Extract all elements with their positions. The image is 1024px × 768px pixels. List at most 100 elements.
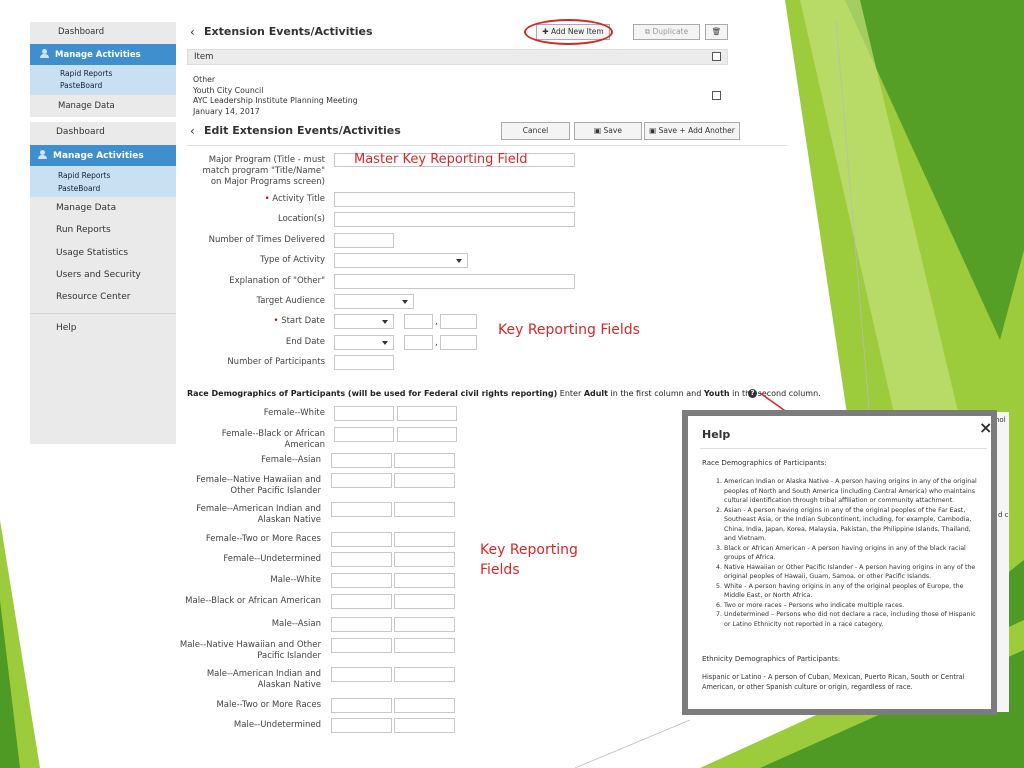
table-row[interactable]: Other Youth City Council AYC Leadership … [193, 75, 358, 117]
race-adult-input[interactable] [331, 638, 392, 653]
race-heading: Race Demographics of Participants (will … [187, 389, 821, 398]
race-adult-input[interactable] [331, 667, 392, 682]
type-activity-select[interactable] [334, 253, 468, 268]
times-delivered-input[interactable] [334, 233, 394, 248]
race-row-label: Male--Asian [271, 619, 321, 629]
race-youth-input[interactable] [394, 667, 455, 682]
race-adult-input[interactable] [334, 427, 394, 442]
help-dialog-divider [700, 448, 987, 449]
list-item: American Indian or Alaska Native - A per… [724, 477, 980, 506]
race-row-label: Male--Black or African American [185, 596, 321, 606]
race-youth-input[interactable] [397, 427, 457, 442]
race-adult-input[interactable] [331, 594, 392, 609]
form-top-border [187, 145, 787, 146]
sidebar-item-help[interactable]: Help [30, 323, 176, 333]
race-adult-input[interactable] [331, 617, 392, 632]
race-row-label: Female--White [263, 408, 325, 418]
end-date-label: End Date [285, 337, 325, 347]
race-adult-input[interactable] [331, 502, 392, 517]
delete-button[interactable]: 🗑 [705, 24, 728, 40]
participants-input[interactable] [334, 355, 394, 370]
close-icon[interactable]: × [979, 418, 992, 437]
major-program-label: Major Program (Title - must match progra… [202, 155, 325, 187]
sidebar-item-resource-center[interactable]: Resource Center [30, 292, 176, 302]
race-youth-input[interactable] [394, 698, 455, 713]
race-adult-input[interactable] [331, 573, 392, 588]
race-adult-input[interactable] [331, 453, 392, 468]
race-adult-input[interactable] [331, 698, 392, 713]
required-mark: • [273, 316, 279, 326]
list-page-title: Extension Events/Activities [204, 25, 373, 38]
target-audience-label: Target Audience [256, 296, 325, 306]
race-youth-input[interactable] [394, 718, 455, 733]
race-row-label: Female--Asian [261, 455, 321, 465]
race-youth-input[interactable] [394, 473, 455, 488]
disk-plus-icon: ▣ [649, 126, 657, 135]
sidebar-item-manage-activities[interactable]: Manage Activities [30, 145, 176, 166]
race-adult-input[interactable] [331, 552, 392, 567]
sidebar-item-dashboard[interactable]: Dashboard [30, 124, 176, 144]
race-youth-input[interactable] [394, 532, 455, 547]
race-youth-input[interactable] [394, 638, 455, 653]
start-date-select[interactable] [334, 314, 394, 329]
help-question-icon[interactable]: ? [748, 389, 757, 398]
sidebar-item-usage-statistics[interactable]: Usage Statistics [30, 248, 176, 258]
explanation-other-input[interactable] [334, 274, 575, 289]
target-audience-select[interactable] [334, 294, 414, 309]
table-header [187, 49, 728, 65]
list-item: White - A person having origins in any o… [724, 582, 980, 601]
cancel-button[interactable]: Cancel [501, 122, 570, 140]
start-year-input[interactable] [440, 314, 477, 329]
race-adult-input[interactable] [331, 532, 392, 547]
race-adult-input[interactable] [331, 473, 392, 488]
row-checkbox[interactable] [712, 91, 721, 100]
locations-input[interactable] [334, 212, 575, 227]
sidebar-top-rapid-reports[interactable]: Rapid Reports [60, 68, 176, 80]
start-day-input[interactable] [404, 314, 433, 329]
sidebar-item-rapid-reports[interactable]: Rapid Reports [58, 170, 176, 183]
key-fields-annotation: Key Reporting Fields [498, 322, 640, 338]
sidebar-item-users-security[interactable]: Users and Security [30, 270, 176, 280]
race-row-label: Male--Undetermined [233, 720, 321, 730]
list-item: Undetermined – Persons who did not decla… [724, 610, 980, 629]
race-youth-input[interactable] [394, 552, 455, 567]
race-youth-input[interactable] [394, 453, 455, 468]
race-row-label: Male--Native Hawaiian and Other Pacific … [179, 640, 321, 661]
sidebar-top-submenu: Rapid Reports PasteBoard [30, 65, 176, 95]
sidebar-top-dashboard[interactable]: Dashboard [30, 22, 176, 43]
race-youth-input[interactable] [394, 502, 455, 517]
end-year-input[interactable] [440, 335, 477, 350]
trash-icon: 🗑 [711, 27, 722, 36]
end-date-select[interactable] [334, 335, 394, 350]
list-item: Native Hawaiian or Other Pacific Islande… [724, 563, 980, 582]
race-row-label: Female--Black or African American [221, 429, 325, 450]
list-item: Two or more races – Persons who indicate… [724, 601, 980, 611]
sidebar-top-pasteboard[interactable]: PasteBoard [60, 80, 176, 92]
times-delivered-label: Number of Times Delivered [208, 235, 325, 245]
save-button[interactable]: ▣ Save [574, 122, 642, 140]
sidebar-submenu: Rapid Reports PasteBoard [30, 166, 176, 197]
end-day-input[interactable] [404, 335, 433, 350]
ethnicity-heading: Ethnicity Demographics of Participants: [702, 655, 841, 663]
back-chevron-icon[interactable]: ‹ [190, 25, 195, 39]
required-mark: • [264, 194, 270, 204]
race-youth-input[interactable] [394, 573, 455, 588]
activity-title-input[interactable] [334, 192, 575, 207]
sidebar-top-manage-data[interactable]: Manage Data [30, 98, 176, 116]
disk-icon: ▣ [594, 126, 602, 135]
sidebar-top-manage-activities[interactable]: Manage Activities [30, 44, 176, 65]
sidebar-item-manage-data[interactable]: Manage Data [30, 203, 176, 213]
sidebar-item-run-reports[interactable]: Run Reports [30, 225, 176, 235]
race-adult-input[interactable] [331, 718, 392, 733]
race-row-label: Female--Undetermined [223, 554, 321, 564]
select-all-checkbox[interactable] [712, 52, 721, 61]
sidebar-item-pasteboard[interactable]: PasteBoard [58, 183, 176, 196]
race-youth-input[interactable] [394, 594, 455, 609]
save-add-another-button[interactable]: ▣ Save + Add Another [644, 122, 740, 140]
back-chevron-icon[interactable]: ‹ [190, 124, 195, 138]
race-adult-input[interactable] [334, 406, 394, 421]
race-youth-input[interactable] [394, 617, 455, 632]
race-youth-input[interactable] [397, 406, 457, 421]
race-row-label: Male--White [270, 575, 321, 585]
duplicate-button[interactable]: ⧉ Duplicate [633, 24, 700, 40]
